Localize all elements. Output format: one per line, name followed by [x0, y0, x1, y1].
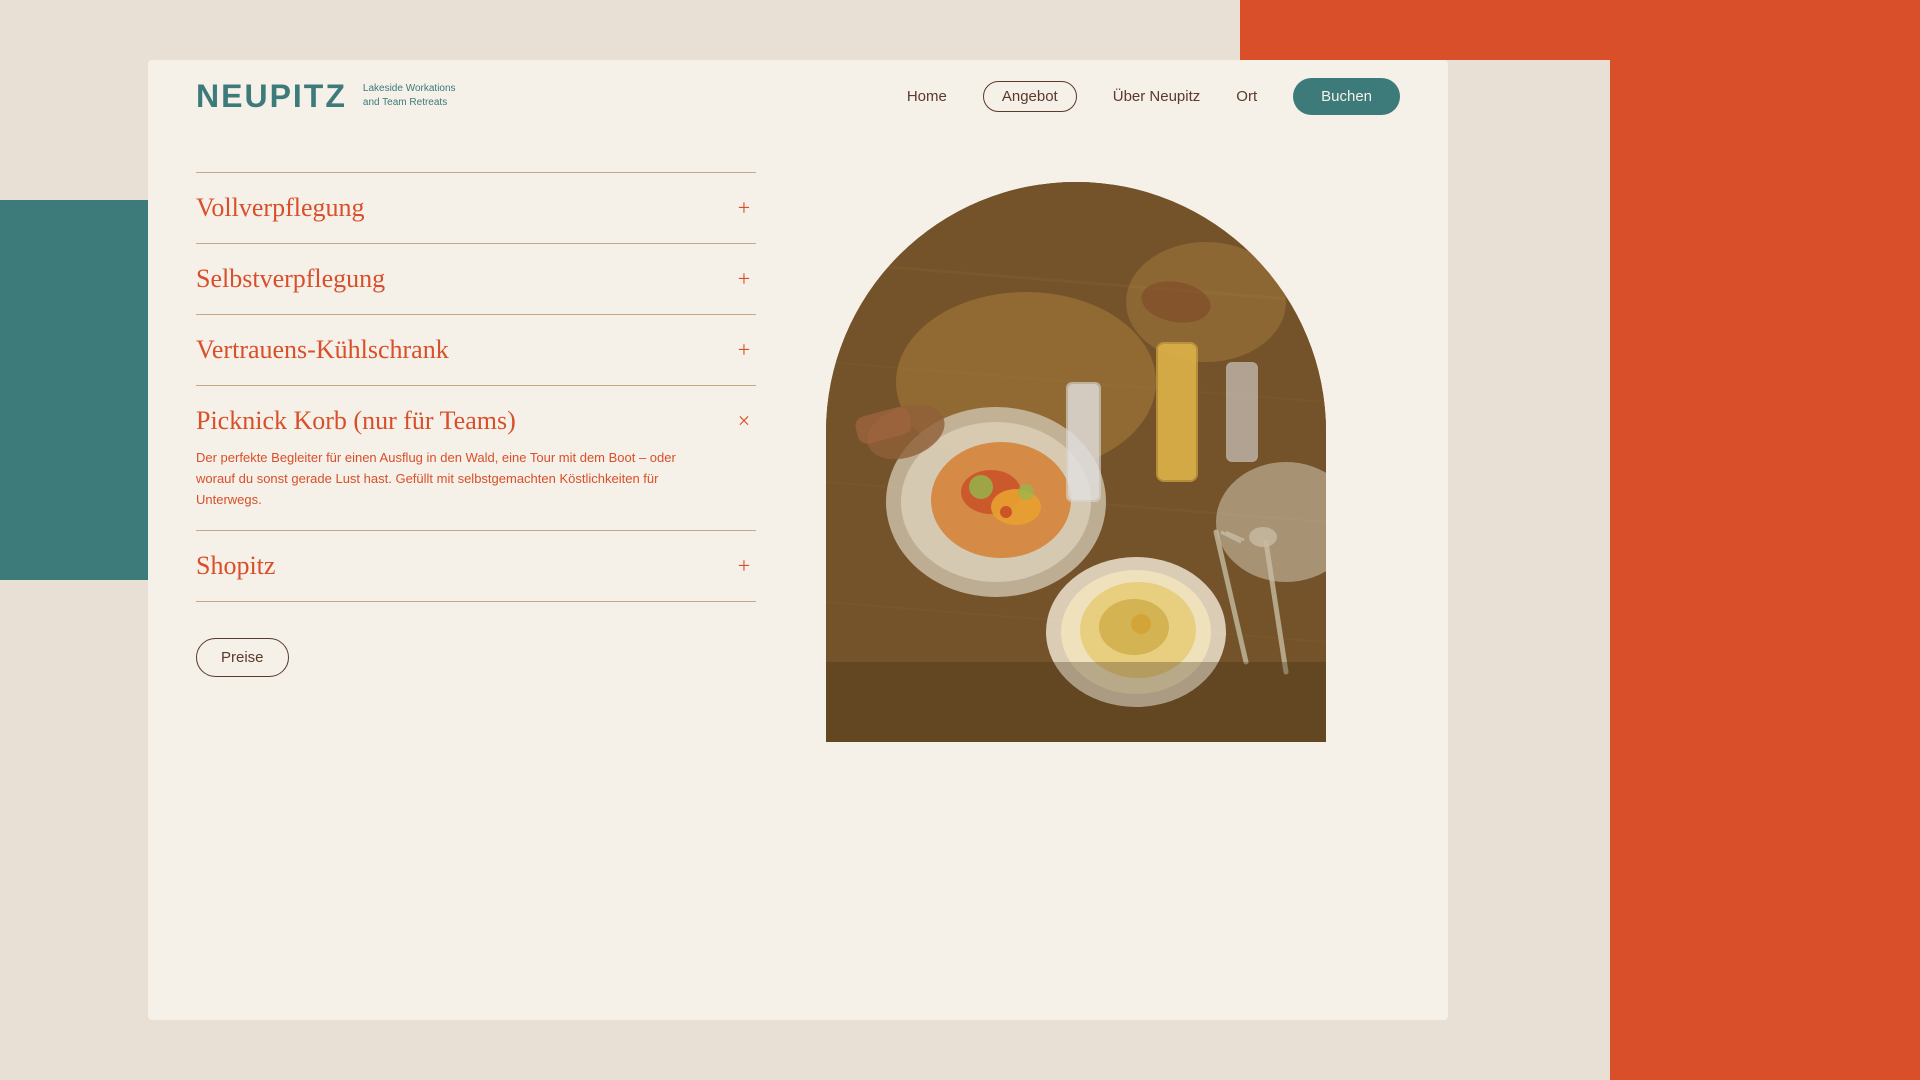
accordion-vollverpflegung-title: Vollverpflegung — [196, 193, 365, 223]
accordion-vollverpflegung-icon: + — [732, 196, 756, 220]
logo-area: NEUPitZ Lakeside Workations and Team Ret… — [196, 78, 456, 115]
accordion-selbstverpflegung-header[interactable]: Selbstverpflegung + — [196, 264, 756, 294]
accordion-picknick-korb: Picknick Korb (nur für Teams) × Der perf… — [196, 385, 756, 530]
accordion-vertrauens-kuhlschrank-header[interactable]: Vertrauens-Kühlschrank + — [196, 335, 756, 365]
accordion-vollverpflegung: Vollverpflegung + — [196, 172, 756, 243]
buchen-button[interactable]: Buchen — [1293, 78, 1400, 115]
nav-uber-neupitz[interactable]: Über Neupitz — [1113, 88, 1201, 105]
accordion-selbstverpflegung-icon: + — [732, 267, 756, 291]
content-area: Vollverpflegung + Selbstverpflegung + Ve… — [148, 132, 1448, 1020]
navbar: NEUPitZ Lakeside Workations and Team Ret… — [148, 60, 1448, 132]
logo-text: NEUPitZ — [196, 78, 347, 115]
accordion-vollverpflegung-header[interactable]: Vollverpflegung + — [196, 193, 756, 223]
accordion-shopitz-title: Shopitz — [196, 551, 275, 581]
accordion-selbstverpflegung: Selbstverpflegung + — [196, 243, 756, 314]
accordion-shopitz-icon: + — [732, 554, 756, 578]
left-panel: Vollverpflegung + Selbstverpflegung + Ve… — [196, 172, 756, 980]
bg-teal-shape — [0, 200, 160, 580]
bg-orange-shape — [1610, 0, 1920, 1080]
food-scene — [826, 182, 1326, 742]
accordion-shopitz-header[interactable]: Shopitz + — [196, 551, 756, 581]
accordion-picknick-korb-icon: × — [732, 409, 756, 433]
accordion-picknick-korb-header[interactable]: Picknick Korb (nur für Teams) × — [196, 406, 756, 436]
tagline-line2: and Team Retreats — [363, 96, 456, 110]
nav-home[interactable]: Home — [907, 88, 947, 105]
preise-button[interactable]: Preise — [196, 638, 289, 677]
accordion-vertrauens-kuhlschrank-title: Vertrauens-Kühlschrank — [196, 335, 449, 365]
logo-tagline: Lakeside Workations and Team Retreats — [363, 82, 456, 110]
tagline-line1: Lakeside Workations — [363, 82, 456, 96]
main-container: NEUPitZ Lakeside Workations and Team Ret… — [148, 60, 1448, 1020]
accordion-picknick-korb-content: Der perfekte Begleiter für einen Ausflug… — [196, 448, 676, 510]
right-panel — [816, 172, 1336, 980]
bg-orange-top-shape — [1240, 0, 1920, 60]
food-image-container — [826, 182, 1326, 742]
nav-angebot[interactable]: Angebot — [983, 81, 1077, 112]
accordion-selbstverpflegung-title: Selbstverpflegung — [196, 264, 385, 294]
accordion-shopitz: Shopitz + — [196, 530, 756, 602]
nav-ort[interactable]: Ort — [1236, 88, 1257, 105]
food-illustration — [826, 182, 1326, 742]
accordion-picknick-korb-title: Picknick Korb (nur für Teams) — [196, 406, 516, 436]
accordion-vertrauens-kuhlschrank: Vertrauens-Kühlschrank + — [196, 314, 756, 385]
accordion-vertrauens-kuhlschrank-icon: + — [732, 338, 756, 362]
nav-links: Home Angebot Über Neupitz Ort Buchen — [907, 78, 1400, 115]
